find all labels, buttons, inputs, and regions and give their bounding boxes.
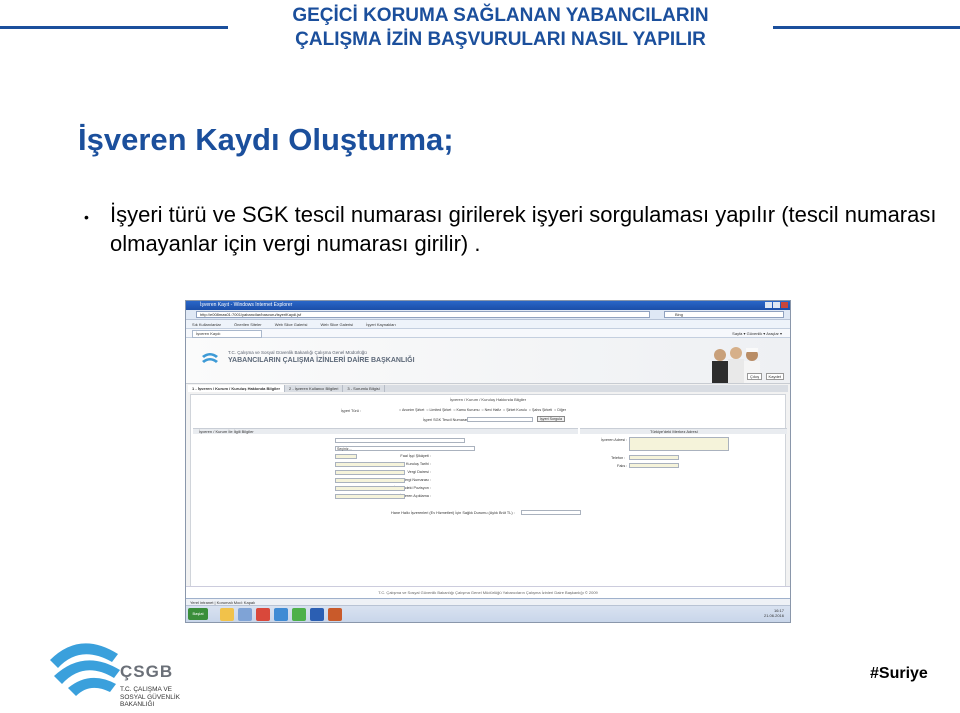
founding-date-input [335, 462, 405, 467]
sector-select: Seçiniz... [335, 446, 475, 451]
workplace-type-option: ○ Limited Şirket [426, 408, 452, 412]
workplace-type-option: ○ Nevi Hafiz [481, 408, 502, 412]
start-button: Başlat [188, 608, 208, 620]
employer-info-header: İşveren / Kurum İle İlgili Bilgiler [193, 428, 578, 434]
browser-tab: İşveren Kaydı [192, 330, 262, 338]
browser-title: İşveren Kayıt - Windows Internet Explore… [200, 302, 293, 308]
wizard-step-2: 2 - İşveren Kullanıcı Bilgileri [285, 385, 344, 392]
browser-status: Yerel intranet | Korumalı Mod: Kapalı [186, 599, 790, 606]
browser-title-bar: İşveren Kayıt - Windows Internet Explore… [186, 301, 790, 310]
brand-subtitle: T.C. ÇALIŞMA VE SOSYAL GÜVENLİK BAKANLIĞ… [120, 686, 180, 709]
close-icon [781, 302, 788, 308]
address-info-header: Türkiye'deki Merkez Adresi [580, 428, 787, 434]
web-page: T.C. Çalışma ve Sosyal Güvenlik Bakanlığ… [186, 338, 790, 619]
favorites-bar: Sık Kullanılanlar Önerilen Siteler Web S… [186, 320, 790, 329]
form-caption: İşveren / Kurum / Kuruluş Hakkında Bilgi… [449, 397, 527, 402]
minimize-icon [765, 302, 772, 308]
name-input [335, 438, 465, 443]
fav-item: Web Slice Galerisi [274, 322, 308, 327]
embedded-screenshot: İşveren Kayıt - Windows Internet Explore… [185, 300, 791, 623]
sgk-label: İşyeri SGK Tescil Numarası : [423, 418, 472, 422]
field-label: İşveren Adresi : [601, 438, 628, 442]
employer-note-input [335, 494, 405, 499]
fav-item: İşyeri Kaynakları [366, 322, 396, 327]
field-label: Telefon : [611, 456, 626, 460]
site-banner: T.C. Çalışma ve Sosyal Güvenlik Bakanlığ… [186, 338, 790, 384]
banner-line1: T.C. Çalışma ve Sosyal Güvenlik Bakanlığ… [228, 350, 367, 355]
slide-title: GEÇİCİ KORUMA SAĞLANAN YABANCILARIN ÇALI… [228, 4, 773, 52]
brand-name: ÇSGB [120, 662, 174, 681]
word-icon [310, 608, 324, 621]
top-buttons: Çıkış Kaydet [745, 373, 784, 380]
app-icon [256, 608, 270, 621]
address-field: http://e008mas01:7001/yabancilar/basvuru… [196, 311, 650, 318]
brand-sub-line: SOSYAL GÜVENLİK [120, 693, 180, 701]
phone-input [629, 455, 679, 460]
clock: 16:17 21.06.2016 [764, 608, 784, 618]
exit-button: Çıkış [747, 373, 763, 380]
powerpoint-icon [328, 608, 342, 621]
hashtag: #Suriye [870, 665, 928, 682]
workplace-type-options: ○ Anonim Şirket ○ Limited Şirket ○ Kamu … [399, 408, 566, 412]
sgk-query-button: İşyeri Sorgula [537, 416, 565, 422]
workplace-type-option: ○ Kamu Kurumu [453, 408, 480, 412]
fax-input [629, 463, 679, 468]
fav-item: Önerilen Siteler [234, 322, 262, 327]
maximize-icon [773, 302, 780, 308]
tax-office-input [335, 470, 405, 475]
section-title: İşveren Kaydı Oluşturma; [78, 122, 454, 157]
ministry-logo-icon [202, 353, 218, 363]
slide-title-line2: ÇALIŞMA İZİN BAŞVURULARI NASIL YAPILIR [295, 29, 706, 50]
search-field: Bing [664, 311, 784, 318]
wizard-tabs: 1 - İşveren / Kurum / Kuruluş Hakkında B… [188, 385, 788, 392]
field-label: Faks : [617, 464, 628, 468]
fav-item: Web Slice Galerisi [320, 322, 354, 327]
household-label: Hane Halkı İşverenleri (Ev Hizmetleri) İ… [391, 511, 515, 515]
folder-icon [220, 608, 234, 621]
command-bar: İşveren Kaydı Sayfa ▾ Güvenlik ▾ Araçlar… [186, 329, 790, 338]
sgk-input [467, 417, 533, 422]
slide-title-line1: GEÇİCİ KORUMA SAĞLANAN YABANCILARIN [292, 5, 709, 26]
taskbar: Yerel intranet | Korumalı Mod: Kapalı Ba… [186, 598, 790, 622]
header-rule-left [0, 26, 228, 29]
brand-sub-line: BAKANLIĞI [120, 701, 155, 708]
position-input [335, 486, 405, 491]
clock-date: 21.06.2016 [763, 613, 784, 618]
tax-number-input [335, 478, 405, 483]
workplace-type-option: ○ Anonim Şirket [399, 408, 425, 412]
workplace-type-option: ○ Şirket Kurulu [503, 408, 527, 412]
activity-input [335, 454, 357, 459]
app-icon [238, 608, 252, 621]
workplace-type-option: ○ Diğer [554, 408, 566, 412]
workplace-type-label: İşyeri Türü : [341, 409, 361, 413]
field-label: Faal İşçi Şikâyeti : [400, 454, 431, 458]
ie-icon [274, 608, 288, 621]
wizard-step-3: 3 - Sorumlu Bilgisi [343, 385, 385, 392]
household-input [521, 510, 581, 515]
bullet-marker: • [84, 209, 89, 225]
wizard-step-1: 1 - İşveren / Kurum / Kuruluş Hakkında B… [188, 385, 286, 392]
save-button: Kaydet [765, 373, 784, 380]
workplace-type-option: ○ Şahıs Şirketi [528, 408, 553, 412]
address-bar: http://e008mas01:7001/yabancilar/basvuru… [186, 310, 790, 320]
fav-item: Sık Kullanılanlar [192, 322, 221, 327]
address-input [629, 437, 729, 451]
command-menus: Sayfa ▾ Güvenlik ▾ Araçlar ▾ [732, 331, 782, 336]
chrome-icon [292, 608, 306, 621]
header-rule-right [773, 26, 960, 29]
page-footer: T.C. Çalışma ve Sosyal Güvenlik Bakanlığ… [186, 586, 790, 598]
brand-sub-line: T.C. ÇALIŞMA VE [120, 686, 173, 693]
bullet-text: İşyeri türü ve SGK tescil numarası giril… [110, 202, 937, 256]
banner-line2: YABANCILARIN ÇALIŞMA İZİNLERİ DAİRE BAŞK… [228, 357, 415, 364]
